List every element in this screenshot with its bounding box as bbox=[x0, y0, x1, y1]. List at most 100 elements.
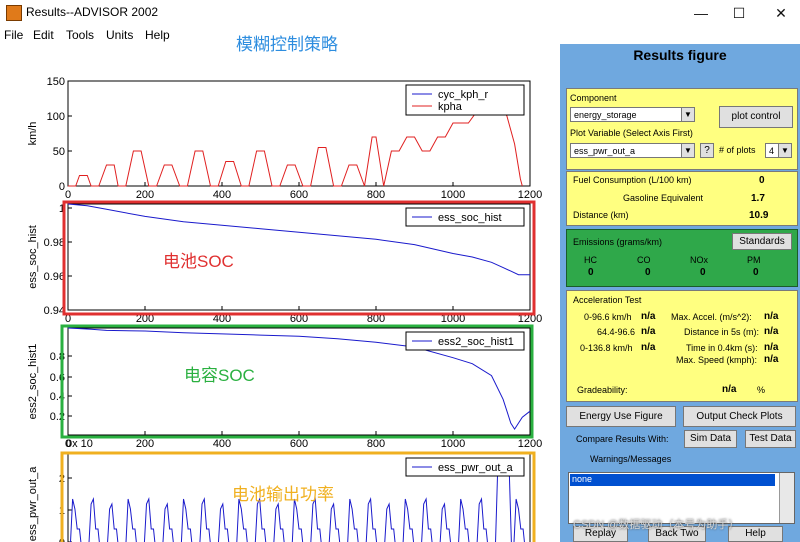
max-speed-label: Max. Speed (kmph): bbox=[676, 355, 758, 365]
nox-label: NOx bbox=[690, 255, 708, 265]
menu-units[interactable]: Units bbox=[106, 28, 133, 42]
distance-5s-value: n/a bbox=[764, 326, 779, 337]
legend-entry: kpha bbox=[438, 101, 463, 113]
num-plots-value: 4 bbox=[769, 146, 775, 156]
capacitor-soc-axes[interactable]: 0.80.60.40.20 200 400 600 800 1000 12000x 10es… bbox=[27, 327, 542, 450]
standards-button[interactable]: Standards bbox=[732, 233, 792, 250]
sim-data-button[interactable]: Sim Data bbox=[684, 430, 737, 448]
time-04km-label: Time in 0.4km (s): bbox=[686, 343, 758, 353]
distance-label: Distance (km) bbox=[573, 210, 629, 220]
legend-entry: cyc_kph_r bbox=[438, 89, 488, 101]
gradeability-value: n/a bbox=[722, 384, 737, 395]
battery-soc-annotation: 电池SOC bbox=[163, 252, 234, 271]
output-check-plots-button[interactable]: Output Check Plots bbox=[683, 406, 796, 427]
plot-variable-value: ess_pwr_out_a bbox=[574, 146, 636, 156]
accel-0-96-value: n/a bbox=[641, 311, 656, 322]
x-tick-label: 1200 bbox=[518, 189, 542, 201]
plot-variable-label: Plot Variable (Select Axis First) bbox=[570, 128, 693, 138]
battery-power-annotation: 电池输出功率 bbox=[232, 485, 334, 504]
x-tick-label: 400 bbox=[213, 189, 231, 201]
warning-item[interactable]: none bbox=[570, 474, 775, 486]
window-title: Results--ADVISOR 2002 bbox=[26, 5, 159, 19]
y-axis-label: ess_soc_hist bbox=[27, 225, 39, 289]
menu-help[interactable]: Help bbox=[145, 28, 170, 42]
gasoline-label: Gasoline Equivalent bbox=[623, 193, 704, 203]
component-select[interactable]: energy_storage ▼ bbox=[570, 107, 695, 122]
maximize-icon[interactable]: ☐ bbox=[724, 4, 754, 22]
y-axis-label: ess_pwr_out_a bbox=[27, 466, 39, 541]
battery-soc-axes[interactable]: 10.980.960.940 200 400 600 800 1000 1200ess_so… bbox=[27, 203, 542, 325]
chevron-down-icon[interactable]: ▼ bbox=[681, 108, 694, 121]
distance-5s-label: Distance in 5s (m): bbox=[684, 327, 760, 337]
chevron-down-icon[interactable]: ▼ bbox=[681, 144, 694, 157]
co-value: 0 bbox=[645, 267, 651, 278]
speed-axes[interactable]: 1501005000 200 400 600 800 1000 1200km/hcyc_kp… bbox=[27, 76, 542, 201]
x-tick-label: 200 bbox=[136, 189, 154, 201]
warnings-label: Warnings/Messages bbox=[590, 454, 672, 464]
x-tick-label: 800 bbox=[367, 189, 385, 201]
close-icon[interactable]: ✕ bbox=[766, 4, 796, 22]
y-tick-label: 0.94 bbox=[44, 305, 65, 317]
title-bar: Results--ADVISOR 2002 — ☐ ✕ bbox=[0, 0, 800, 26]
distance-value: 10.9 bbox=[749, 210, 769, 221]
x-tick-label: 400 bbox=[213, 438, 231, 450]
x-tick-label: 1200 bbox=[518, 438, 542, 450]
fuel-value: 0 bbox=[759, 175, 765, 186]
x-tick-label: 1000 bbox=[441, 438, 465, 450]
accel-0-96-label: 0-96.6 km/h bbox=[584, 312, 632, 322]
y-tick-label: 0.98 bbox=[44, 237, 65, 249]
legend-entry: ess_soc_hist bbox=[438, 212, 502, 224]
y-tick-label: 150 bbox=[47, 76, 65, 88]
menu-tools[interactable]: Tools bbox=[66, 28, 94, 42]
gasoline-value: 1.7 bbox=[751, 193, 765, 204]
legend-entry: ess_pwr_out_a bbox=[438, 462, 513, 474]
accel-64-96-value: n/a bbox=[641, 326, 656, 337]
help-question-button[interactable]: ? bbox=[700, 143, 714, 158]
chevron-down-icon[interactable]: ▼ bbox=[778, 144, 791, 157]
acceleration-box: Acceleration Test 0-96.6 km/h n/a Max. A… bbox=[566, 290, 798, 402]
x-tick-label: 800 bbox=[367, 438, 385, 450]
plot-area: 1501005000 200 400 600 800 1000 1200km/hcyc_kp… bbox=[27, 76, 542, 542]
menu-edit[interactable]: Edit bbox=[33, 28, 54, 42]
scrollbar[interactable] bbox=[779, 473, 794, 523]
fuel-label: Fuel Consumption (L/100 km) bbox=[573, 175, 692, 185]
emissions-box: Emissions (grams/km) Standards HC CO NOx… bbox=[566, 229, 798, 287]
max-accel-value: n/a bbox=[764, 311, 779, 322]
max-speed-value: n/a bbox=[764, 354, 779, 365]
compare-results-label: Compare Results With: bbox=[576, 434, 669, 444]
y-axis-label: km/h bbox=[27, 122, 39, 146]
max-accel-label: Max. Accel. (m/s^2): bbox=[671, 312, 752, 322]
emissions-label: Emissions (grams/km) bbox=[573, 237, 663, 247]
accel-0-136-value: n/a bbox=[641, 342, 656, 353]
menu-file[interactable]: File bbox=[4, 28, 23, 42]
minimize-icon[interactable]: — bbox=[686, 4, 716, 22]
num-plots-select[interactable]: 4 ▼ bbox=[765, 143, 792, 158]
gradeability-unit: % bbox=[757, 385, 766, 395]
legend-entry: ess2_soc_hist1 bbox=[438, 336, 514, 348]
x-tick-label: 600 bbox=[290, 189, 308, 201]
accel-0-136-label: 0-136.8 km/h bbox=[580, 343, 633, 353]
component-label: Component bbox=[570, 93, 617, 103]
gradeability-label: Gradeability: bbox=[577, 385, 628, 395]
x-exponent-label: 0x 10 bbox=[66, 438, 93, 450]
pm-label: PM bbox=[747, 255, 761, 265]
x-tick-label: 600 bbox=[290, 438, 308, 450]
num-plots-label: # of plots bbox=[719, 145, 756, 155]
fuel-box: Fuel Consumption (L/100 km) 0 Gasoline E… bbox=[566, 171, 798, 226]
y-tick-label: 50 bbox=[53, 146, 65, 158]
time-04km-value: n/a bbox=[764, 342, 779, 353]
energy-use-figure-button[interactable]: Energy Use Figure bbox=[566, 406, 676, 427]
nox-value: 0 bbox=[700, 267, 706, 278]
component-value: energy_storage bbox=[574, 110, 637, 120]
test-data-button[interactable]: Test Data bbox=[745, 430, 796, 448]
accel-64-96-label: 64.4-96.6 bbox=[597, 327, 636, 337]
x-tick-label: 0 bbox=[65, 189, 71, 201]
plot-variable-select[interactable]: ess_pwr_out_a ▼ bbox=[570, 143, 695, 158]
y-axis-label: ess2_soc_hist1 bbox=[27, 344, 39, 420]
panel-title: Results figure bbox=[633, 47, 727, 63]
x-tick-label: 200 bbox=[136, 438, 154, 450]
hc-value: 0 bbox=[588, 267, 594, 278]
results-panel: Results figure Component energy_storage … bbox=[560, 44, 800, 542]
plot-control-button[interactable]: plot control bbox=[719, 106, 793, 128]
y-tick-label: 0.96 bbox=[44, 271, 65, 283]
